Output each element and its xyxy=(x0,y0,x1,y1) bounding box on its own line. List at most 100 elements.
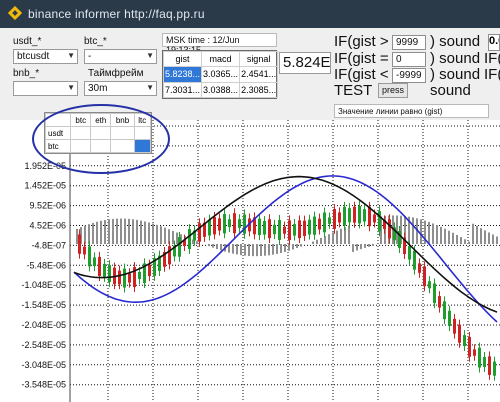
candle-body xyxy=(108,265,111,282)
alert-eq-input[interactable]: 0 xyxy=(392,52,426,67)
pair1-select[interactable]: btcusdt ▼ xyxy=(13,49,78,64)
table-cell[interactable]: 5.8238... xyxy=(162,66,203,83)
histogram-bar xyxy=(468,241,470,244)
candle-body xyxy=(178,237,181,257)
table-cell[interactable]: 3.0365... xyxy=(201,66,241,83)
candle-body xyxy=(238,219,241,228)
edge-if-text: IF( xyxy=(484,66,500,83)
alert-gt-input[interactable]: 9999 xyxy=(392,35,426,50)
candle-body xyxy=(353,206,356,223)
press-button[interactable]: press xyxy=(378,83,408,98)
candle-body xyxy=(453,318,456,334)
histogram-bar xyxy=(448,230,450,244)
candle-body xyxy=(268,219,271,239)
pair2-select[interactable]: - ▼ xyxy=(84,49,157,64)
test-sound: sound xyxy=(430,82,471,99)
candle-body xyxy=(298,220,301,239)
candle-body xyxy=(288,220,291,241)
candle-body xyxy=(223,213,226,234)
histogram-bar xyxy=(96,221,98,244)
histogram-bar xyxy=(476,225,478,244)
candle-body xyxy=(233,213,236,234)
candle-body xyxy=(323,212,326,233)
histogram-bar xyxy=(480,228,482,244)
histogram-bar xyxy=(492,234,494,244)
candle-body xyxy=(213,217,216,235)
candle-body xyxy=(338,212,341,223)
pair1-label: usdt_* xyxy=(13,36,42,47)
alert-lt-sound: ) sound xyxy=(430,66,481,83)
pair2-value: - xyxy=(88,51,92,62)
candle-body xyxy=(83,246,86,255)
chevron-down-icon: ▼ xyxy=(146,51,154,60)
candle-body xyxy=(418,263,421,273)
candle-body xyxy=(333,209,336,229)
histogram-bar xyxy=(116,218,118,244)
histogram-bar xyxy=(112,218,114,244)
y-tick-label: 1.452E-05 xyxy=(24,181,66,191)
histogram-bar xyxy=(324,236,326,244)
candle-body xyxy=(198,223,201,242)
histogram-bar xyxy=(368,244,370,247)
histogram-bar xyxy=(292,244,294,250)
alert-eq-label: IF(gist = xyxy=(334,50,389,67)
candle-body xyxy=(303,220,306,236)
histogram-bar xyxy=(300,244,302,247)
table-cell[interactable]: 3.0388... xyxy=(201,81,241,98)
y-tick-label: -3.048E-05 xyxy=(21,360,66,370)
window-title: binance informer http://faq.pp.ru xyxy=(28,7,205,21)
candle-body xyxy=(423,266,426,287)
histogram-bar xyxy=(76,228,78,244)
y-tick-label: 9.52E-06 xyxy=(29,201,66,211)
y-tick-label: -2.548E-05 xyxy=(21,340,66,350)
candle-body xyxy=(358,206,361,224)
pair3-select[interactable]: ▼ xyxy=(13,81,78,96)
histogram-bar xyxy=(152,223,154,244)
indicator-table: gist macd signal 5.8238... 3.0365... 2.4… xyxy=(162,50,279,99)
histogram-bar xyxy=(312,241,314,244)
y-tick-label: 4.52E-06 xyxy=(29,221,66,231)
candle-body xyxy=(388,219,391,239)
alert-lt-label: IF(gist < xyxy=(334,66,389,83)
pair3-label: bnb_* xyxy=(13,68,40,79)
candle-body xyxy=(228,219,231,228)
histogram-bar xyxy=(84,225,86,244)
candle-body xyxy=(243,214,246,234)
histogram-bar xyxy=(340,228,342,244)
candle-body xyxy=(208,219,211,236)
y-tick-label: -5.48E-06 xyxy=(26,260,66,270)
histogram-bar xyxy=(440,226,442,244)
candle-body xyxy=(378,211,381,232)
candle-body xyxy=(283,226,286,234)
candle-body xyxy=(448,310,451,327)
histogram-bar xyxy=(472,223,474,244)
table-cell[interactable]: 2.3085... xyxy=(239,81,279,98)
candle-body xyxy=(273,224,276,235)
y-tick-label: -1.548E-05 xyxy=(21,300,66,310)
pair2-label: btc_* xyxy=(84,36,107,47)
col-signal[interactable]: signal xyxy=(239,51,279,67)
col-macd[interactable]: macd xyxy=(201,51,241,67)
histogram-bar xyxy=(412,217,414,244)
alert-gt-label: IF(gist > xyxy=(334,33,389,50)
histogram-bar xyxy=(364,244,366,248)
candle-body xyxy=(468,337,471,357)
candle-body xyxy=(443,301,446,320)
col-gist[interactable]: gist xyxy=(162,51,203,67)
candle-body xyxy=(343,206,346,226)
table-cell[interactable]: 2.4541... xyxy=(239,66,279,83)
current-gist-value: 5.824E xyxy=(279,52,331,74)
histogram-bar xyxy=(88,224,90,244)
alert-gt-sound: ) sound xyxy=(430,33,481,50)
histogram-bar xyxy=(216,244,218,250)
histogram-bar xyxy=(332,232,334,244)
candle-body xyxy=(128,273,131,283)
timeframe-value: 30m xyxy=(88,83,108,94)
table-cell[interactable]: 7.3031... xyxy=(162,81,203,98)
histogram-bar xyxy=(452,232,454,244)
histogram-bar xyxy=(256,244,258,257)
alert-lt-input[interactable]: -9999 xyxy=(392,68,426,83)
timeframe-select[interactable]: 30m ▼ xyxy=(84,81,157,96)
histogram-bar xyxy=(144,221,146,244)
histogram-bar xyxy=(396,215,398,244)
